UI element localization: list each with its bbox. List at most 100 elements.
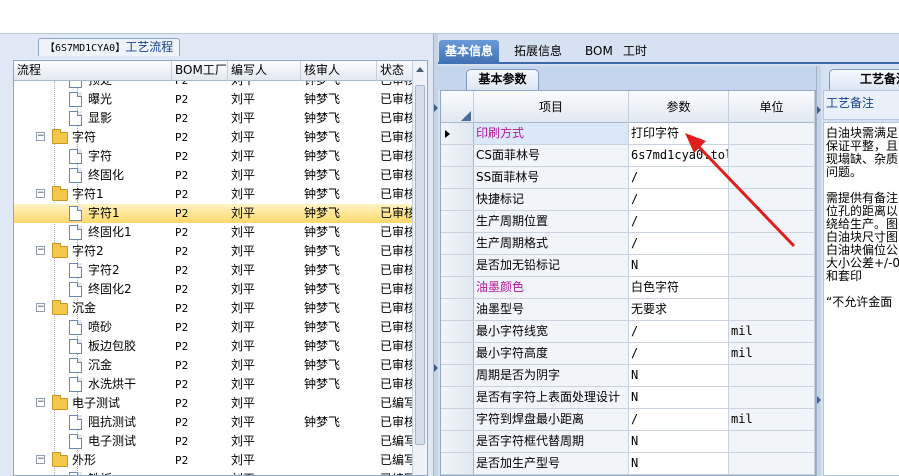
param-row[interactable]: CS面菲林号 6s7md1cya0.tol <box>441 145 815 167</box>
tree-row[interactable]: − 字符2 P2 刘平 钟梦飞 已审核 <box>14 242 413 261</box>
row-header[interactable] <box>441 453 474 474</box>
tab-labor-hours[interactable]: 工时 <box>617 40 653 64</box>
param-value-field[interactable]: N <box>629 255 729 276</box>
tree-row[interactable]: 终固化 P2 刘平 钟梦飞 已审核 <box>14 166 413 185</box>
tab-bom[interactable]: BOM <box>579 40 619 64</box>
tab-extended-info[interactable]: 拓展信息 <box>508 40 568 64</box>
tree-cell-reviewer <box>301 432 377 451</box>
row-header[interactable] <box>441 123 474 144</box>
param-row[interactable]: 生产周期位置 / <box>441 211 815 233</box>
param-row[interactable]: 周期是否为阴字 N <box>441 365 815 387</box>
param-row[interactable]: 是否有字符上表面处理设计 N <box>441 387 815 409</box>
row-header[interactable] <box>441 277 474 298</box>
param-value-field[interactable]: / <box>629 189 729 210</box>
tab-basic-info[interactable]: 基本信息 <box>439 40 500 64</box>
param-row[interactable]: 最小字符线宽 / mil <box>441 321 815 343</box>
tree-vertical-scrollbar[interactable] <box>412 61 427 475</box>
notes-tab[interactable]: 工艺备注 <box>829 69 899 90</box>
param-value-field[interactable]: / <box>629 321 729 342</box>
param-row[interactable]: 油墨型号 无要求 <box>441 299 815 321</box>
param-value-field[interactable]: 无要求 <box>629 299 729 320</box>
param-value-field[interactable]: 6s7md1cya0.tol <box>629 145 729 166</box>
tree-row[interactable]: 铣板 P2刘平 已编写 <box>14 470 413 475</box>
row-header[interactable] <box>441 233 474 254</box>
collapse-toggle-icon[interactable]: − <box>36 398 45 407</box>
row-header[interactable] <box>441 387 474 408</box>
col-header-item[interactable]: 项目 <box>474 91 629 123</box>
row-header[interactable] <box>441 299 474 320</box>
param-row[interactable]: 快捷标记 / <box>441 189 815 211</box>
param-value-field[interactable]: / <box>629 211 729 232</box>
param-row[interactable]: 生产周期格式 / <box>441 233 815 255</box>
param-value-field[interactable]: / <box>629 343 729 364</box>
col-header-process[interactable]: 流程 <box>14 61 172 81</box>
param-value-field[interactable]: N <box>629 387 729 408</box>
tree-node-label: 电子测试 <box>72 396 121 410</box>
tree-row[interactable]: − 字符1 P2 刘平 钟梦飞 已审核 <box>14 185 413 204</box>
tree-row[interactable]: − 外形 P2 刘平 已编写 <box>14 451 413 470</box>
row-header[interactable] <box>441 365 474 386</box>
tree-row[interactable]: 终固化2 P2 刘平 钟梦飞 已审核 <box>14 280 413 299</box>
scroll-thumb[interactable] <box>415 85 425 445</box>
param-row[interactable]: 是否加生产型号 N <box>441 453 815 475</box>
row-header[interactable] <box>441 145 474 166</box>
tree-row[interactable]: − 电子测试 P2 刘平 已编写 <box>14 394 413 413</box>
tree-cell-writer: 刘平 <box>231 339 256 353</box>
row-header[interactable] <box>441 431 474 452</box>
collapse-toggle-icon[interactable]: − <box>36 455 45 464</box>
col-header-unit[interactable]: 单位 <box>729 91 815 123</box>
subtab-basic-params[interactable]: 基本参数 <box>466 69 539 90</box>
param-row[interactable]: 油墨颜色 白色字符 <box>441 277 815 299</box>
row-header[interactable] <box>441 167 474 188</box>
param-row[interactable]: 印刷方式 打印字符 <box>441 123 815 145</box>
col-header-bom[interactable]: BOM工厂 <box>172 61 228 81</box>
collapse-toggle-icon[interactable]: − <box>36 303 45 312</box>
param-row[interactable]: 最小字符高度 / mil <box>441 343 815 365</box>
tree-row[interactable]: 阻抗测试 P2 刘平 钟梦飞 已审核 <box>14 413 413 432</box>
row-header[interactable] <box>441 211 474 232</box>
row-header[interactable] <box>441 189 474 210</box>
tree-row[interactable]: − 沉金 P2 刘平 钟梦飞 已审核 <box>14 299 413 318</box>
tree-row[interactable]: 字符 P2 刘平 钟梦飞 已审核 <box>14 147 413 166</box>
param-value-field[interactable]: / <box>629 409 729 430</box>
param-value-field[interactable]: / <box>629 233 729 254</box>
tree-row[interactable]: 预处 P2刘平钟梦飞已审核 <box>14 81 413 90</box>
tree-row[interactable]: 显影 P2 刘平 钟梦飞 已审核 <box>14 109 413 128</box>
tree-row[interactable]: 电子测试 P2 刘平 已编写 <box>14 432 413 451</box>
tree-row[interactable]: 喷砂 P2 刘平 钟梦飞 已审核 <box>14 318 413 337</box>
param-row[interactable]: 字符到焊盘最小距离 / mil <box>441 409 815 431</box>
param-row[interactable]: 是否加无铅标记 N <box>441 255 815 277</box>
col-header-reviewer[interactable]: 核审人 <box>301 61 377 81</box>
detail-tabbar: 基本信息 拓展信息 BOM 工时 <box>438 40 899 64</box>
process-tree-tab[interactable]: 【6S7MD1CYA0】工艺流程 <box>38 38 181 56</box>
row-header[interactable] <box>441 255 474 276</box>
param-value-field[interactable]: N <box>629 431 729 452</box>
row-header[interactable] <box>441 343 474 364</box>
scroll-up-icon[interactable] <box>416 67 424 72</box>
document-icon <box>69 434 82 449</box>
collapse-toggle-icon[interactable]: − <box>36 132 45 141</box>
notes-textarea[interactable]: 白油块需满足 保证平整，且 现塌缺、杂质 问题。 需提供有备注 位孔的距离以 绕给生产。图白… <box>823 122 899 476</box>
param-value-field[interactable]: N <box>629 453 729 474</box>
collapse-toggle-icon[interactable]: − <box>36 189 45 198</box>
collapse-toggle-icon[interactable]: − <box>36 246 45 255</box>
param-row[interactable]: SS面菲林号 / <box>441 167 815 189</box>
param-row[interactable]: 是否字符框代替周期 N <box>441 431 815 453</box>
row-header[interactable] <box>441 409 474 430</box>
col-header-status[interactable]: 状态 <box>377 61 413 81</box>
tree-row[interactable]: − 字符 P2 刘平 钟梦飞 已审核 <box>14 128 413 147</box>
row-header[interactable] <box>441 321 474 342</box>
tree-row[interactable]: 板边包胶 P2 刘平 钟梦飞 已审核 <box>14 337 413 356</box>
tree-row[interactable]: 水洗烘干 P2 刘平 钟梦飞 已审核 <box>14 375 413 394</box>
tree-row[interactable]: 曝光 P2 刘平 钟梦飞 已审核 <box>14 90 413 109</box>
param-value-field[interactable]: 打印字符 <box>629 123 729 144</box>
param-value-field[interactable]: / <box>629 167 729 188</box>
tree-row[interactable]: 字符2 P2 刘平 钟梦飞 已审核 <box>14 261 413 280</box>
col-header-param[interactable]: 参数 <box>629 91 729 123</box>
tree-row[interactable]: 终固化1 P2 刘平 钟梦飞 已审核 <box>14 223 413 242</box>
param-value-field[interactable]: 白色字符 <box>629 277 729 298</box>
tree-row[interactable]: 沉金 P2 刘平 钟梦飞 已审核 <box>14 356 413 375</box>
tree-row[interactable]: 字符1 P2 刘平 钟梦飞 已审核 <box>14 204 413 223</box>
param-value-field[interactable]: N <box>629 365 729 386</box>
col-header-writer[interactable]: 编写人 <box>228 61 301 81</box>
